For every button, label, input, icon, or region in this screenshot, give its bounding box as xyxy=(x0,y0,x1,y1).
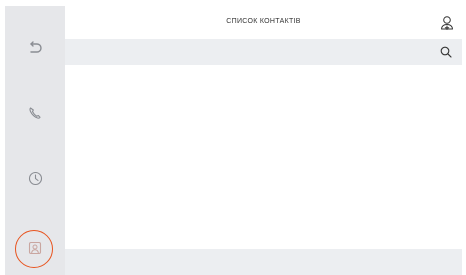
search-button[interactable] xyxy=(438,44,454,60)
back-arrow-icon xyxy=(30,41,42,53)
search-bar xyxy=(65,39,462,65)
phone-icon xyxy=(29,107,41,119)
sidebar xyxy=(5,6,65,275)
clock-icon xyxy=(28,171,42,185)
search-input[interactable] xyxy=(73,43,428,61)
footer-bar xyxy=(65,249,462,275)
nav-calls-button[interactable] xyxy=(5,93,65,133)
search-icon xyxy=(440,46,452,58)
page-title: СПИСОК КОНТАКТІВ xyxy=(226,18,301,25)
contact-card-icon xyxy=(28,241,42,255)
add-contact-button[interactable] xyxy=(438,13,456,33)
add-user-icon xyxy=(441,16,453,30)
header: СПИСОК КОНТАКТІВ xyxy=(65,6,462,39)
nav-history-button[interactable] xyxy=(5,158,65,198)
nav-back-button[interactable] xyxy=(5,28,65,68)
contact-list xyxy=(65,65,462,249)
nav-contacts-button[interactable] xyxy=(5,228,65,268)
